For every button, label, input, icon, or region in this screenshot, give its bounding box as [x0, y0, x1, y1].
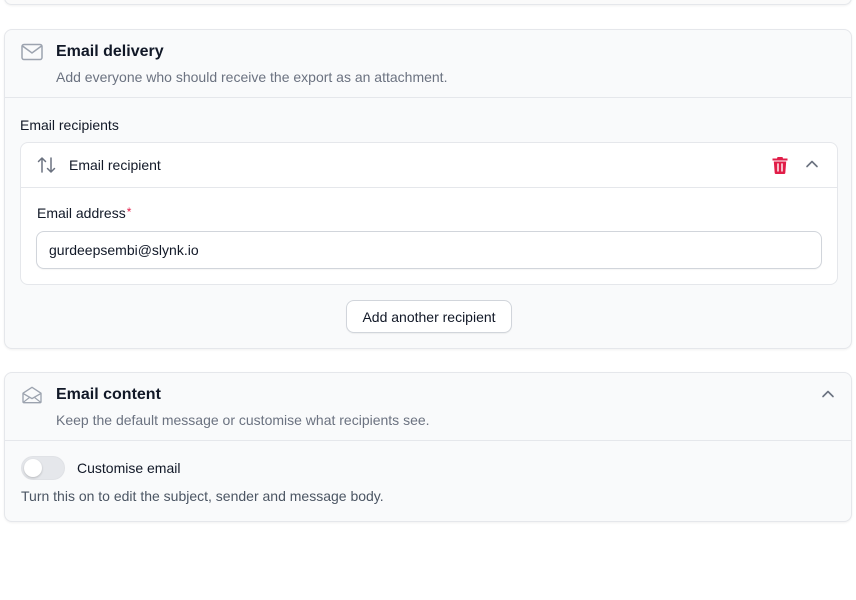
toggle-knob: [24, 459, 42, 477]
email-address-label: Email address*: [37, 205, 131, 221]
customise-email-help: Turn this on to edit the subject, sender…: [21, 488, 384, 504]
email-content-title: Email content: [56, 386, 161, 403]
chevron-up-icon[interactable]: [821, 389, 835, 399]
email-content-description: Keep the default message or customise wh…: [56, 412, 430, 428]
email-content-section: Email content Keep the default message o…: [4, 372, 852, 522]
add-another-recipient-button[interactable]: Add another recipient: [346, 300, 512, 333]
email-recipient-body: Email address*: [21, 188, 837, 284]
email-recipient-title: Email recipient: [69, 157, 161, 173]
email-delivery-description: Add everyone who should receive the expo…: [56, 69, 448, 85]
email-address-input[interactable]: [36, 231, 822, 269]
required-marker: *: [126, 205, 132, 219]
email-recipient-header: Email recipient: [21, 143, 837, 188]
email-address-label-text: Email address: [37, 205, 126, 221]
email-delivery-title: Email delivery: [56, 43, 164, 60]
trash-icon[interactable]: [771, 155, 789, 175]
email-delivery-header: Email delivery Add everyone who should r…: [5, 30, 851, 98]
email-recipient-card: Email recipient Email address*: [20, 142, 838, 285]
envelope-icon: [21, 43, 43, 61]
chevron-up-icon[interactable]: [805, 159, 819, 169]
customise-email-toggle[interactable]: [21, 456, 65, 480]
email-delivery-section: Email delivery Add everyone who should r…: [4, 29, 852, 349]
email-recipients-label: Email recipients: [20, 117, 119, 133]
customise-email-label: Customise email: [77, 460, 181, 476]
email-content-header[interactable]: Email content Keep the default message o…: [5, 373, 851, 441]
previous-section-card: [4, 0, 852, 5]
arrows-up-down-icon[interactable]: [37, 156, 57, 174]
envelope-open-icon: [22, 386, 42, 404]
